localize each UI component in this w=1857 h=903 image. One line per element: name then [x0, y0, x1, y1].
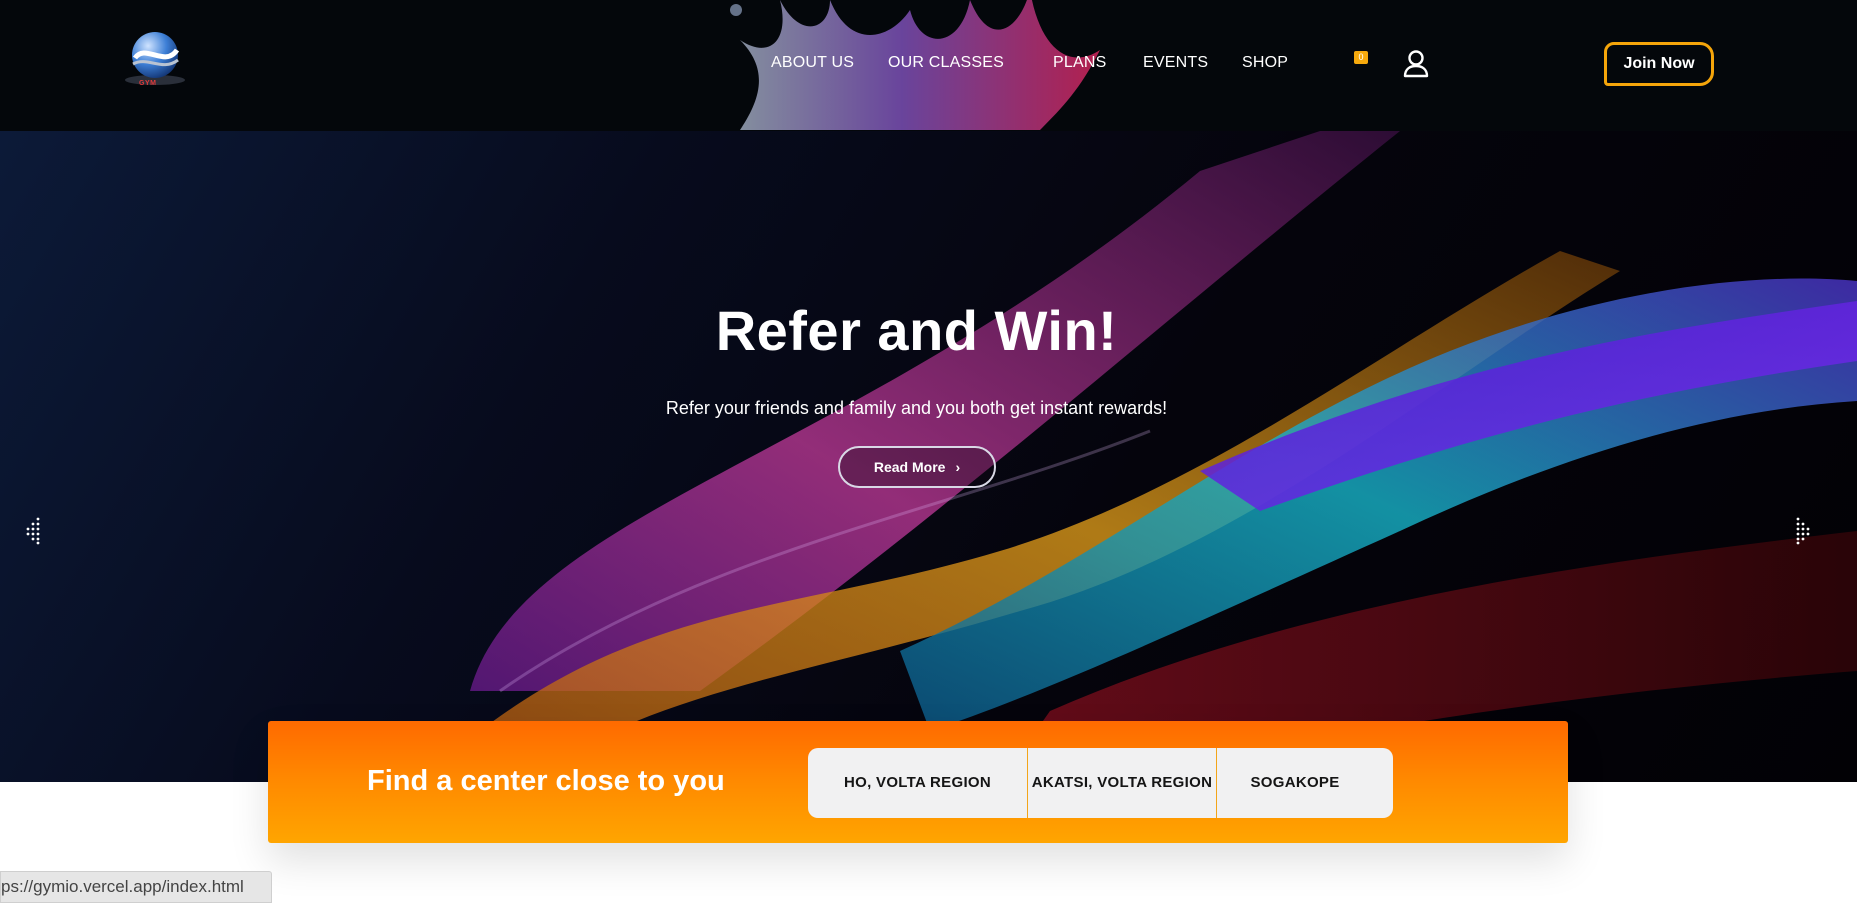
nav-events[interactable]: EVENTS [1143, 54, 1208, 72]
location-tab-sogakope[interactable]: SOGAKOPE [1217, 748, 1373, 818]
hero-slider: Refer and Win! Refer your friends and fa… [0, 131, 1857, 782]
nav-our-classes[interactable]: OUR CLASSES [888, 54, 1004, 72]
nav-shop[interactable]: SHOP [1242, 54, 1288, 72]
locator-title: Find a center close to you [367, 765, 725, 797]
location-tab-ho[interactable]: HO, VOLTA REGION [808, 748, 1027, 818]
location-tabs: HO, VOLTA REGION AKATSI, VOLTA REGION SO… [808, 748, 1393, 818]
status-bar-url: ps://gymio.vercel.app/index.html [0, 871, 272, 903]
read-more-button[interactable]: Read More › [838, 446, 996, 488]
user-icon[interactable] [1403, 50, 1429, 78]
cart-badge[interactable]: 0 [1354, 51, 1368, 64]
arrow-left-icon[interactable] [24, 517, 42, 545]
arrow-right-icon[interactable] [1794, 517, 1812, 545]
hero-subtitle: Refer your friends and family and you bo… [665, 398, 1168, 418]
join-now-button[interactable]: Join Now [1604, 42, 1714, 86]
nav-plans[interactable]: PLANS [1053, 54, 1106, 72]
hero-title: Refer and Win! [715, 299, 1118, 362]
nav-about-us[interactable]: ABOUT US [771, 54, 854, 72]
chevron-right-icon: › [955, 459, 961, 475]
center-locator: Find a center close to you HO, VOLTA REG… [268, 721, 1568, 843]
location-tab-akatsi[interactable]: AKATSI, VOLTA REGION [1028, 748, 1216, 818]
read-more-label: Read More [873, 459, 946, 475]
logo-text: GYM [139, 80, 157, 87]
site-header: GYM ABOUT US OUR CLASSES PLANS EVENTS SH… [0, 0, 1857, 131]
